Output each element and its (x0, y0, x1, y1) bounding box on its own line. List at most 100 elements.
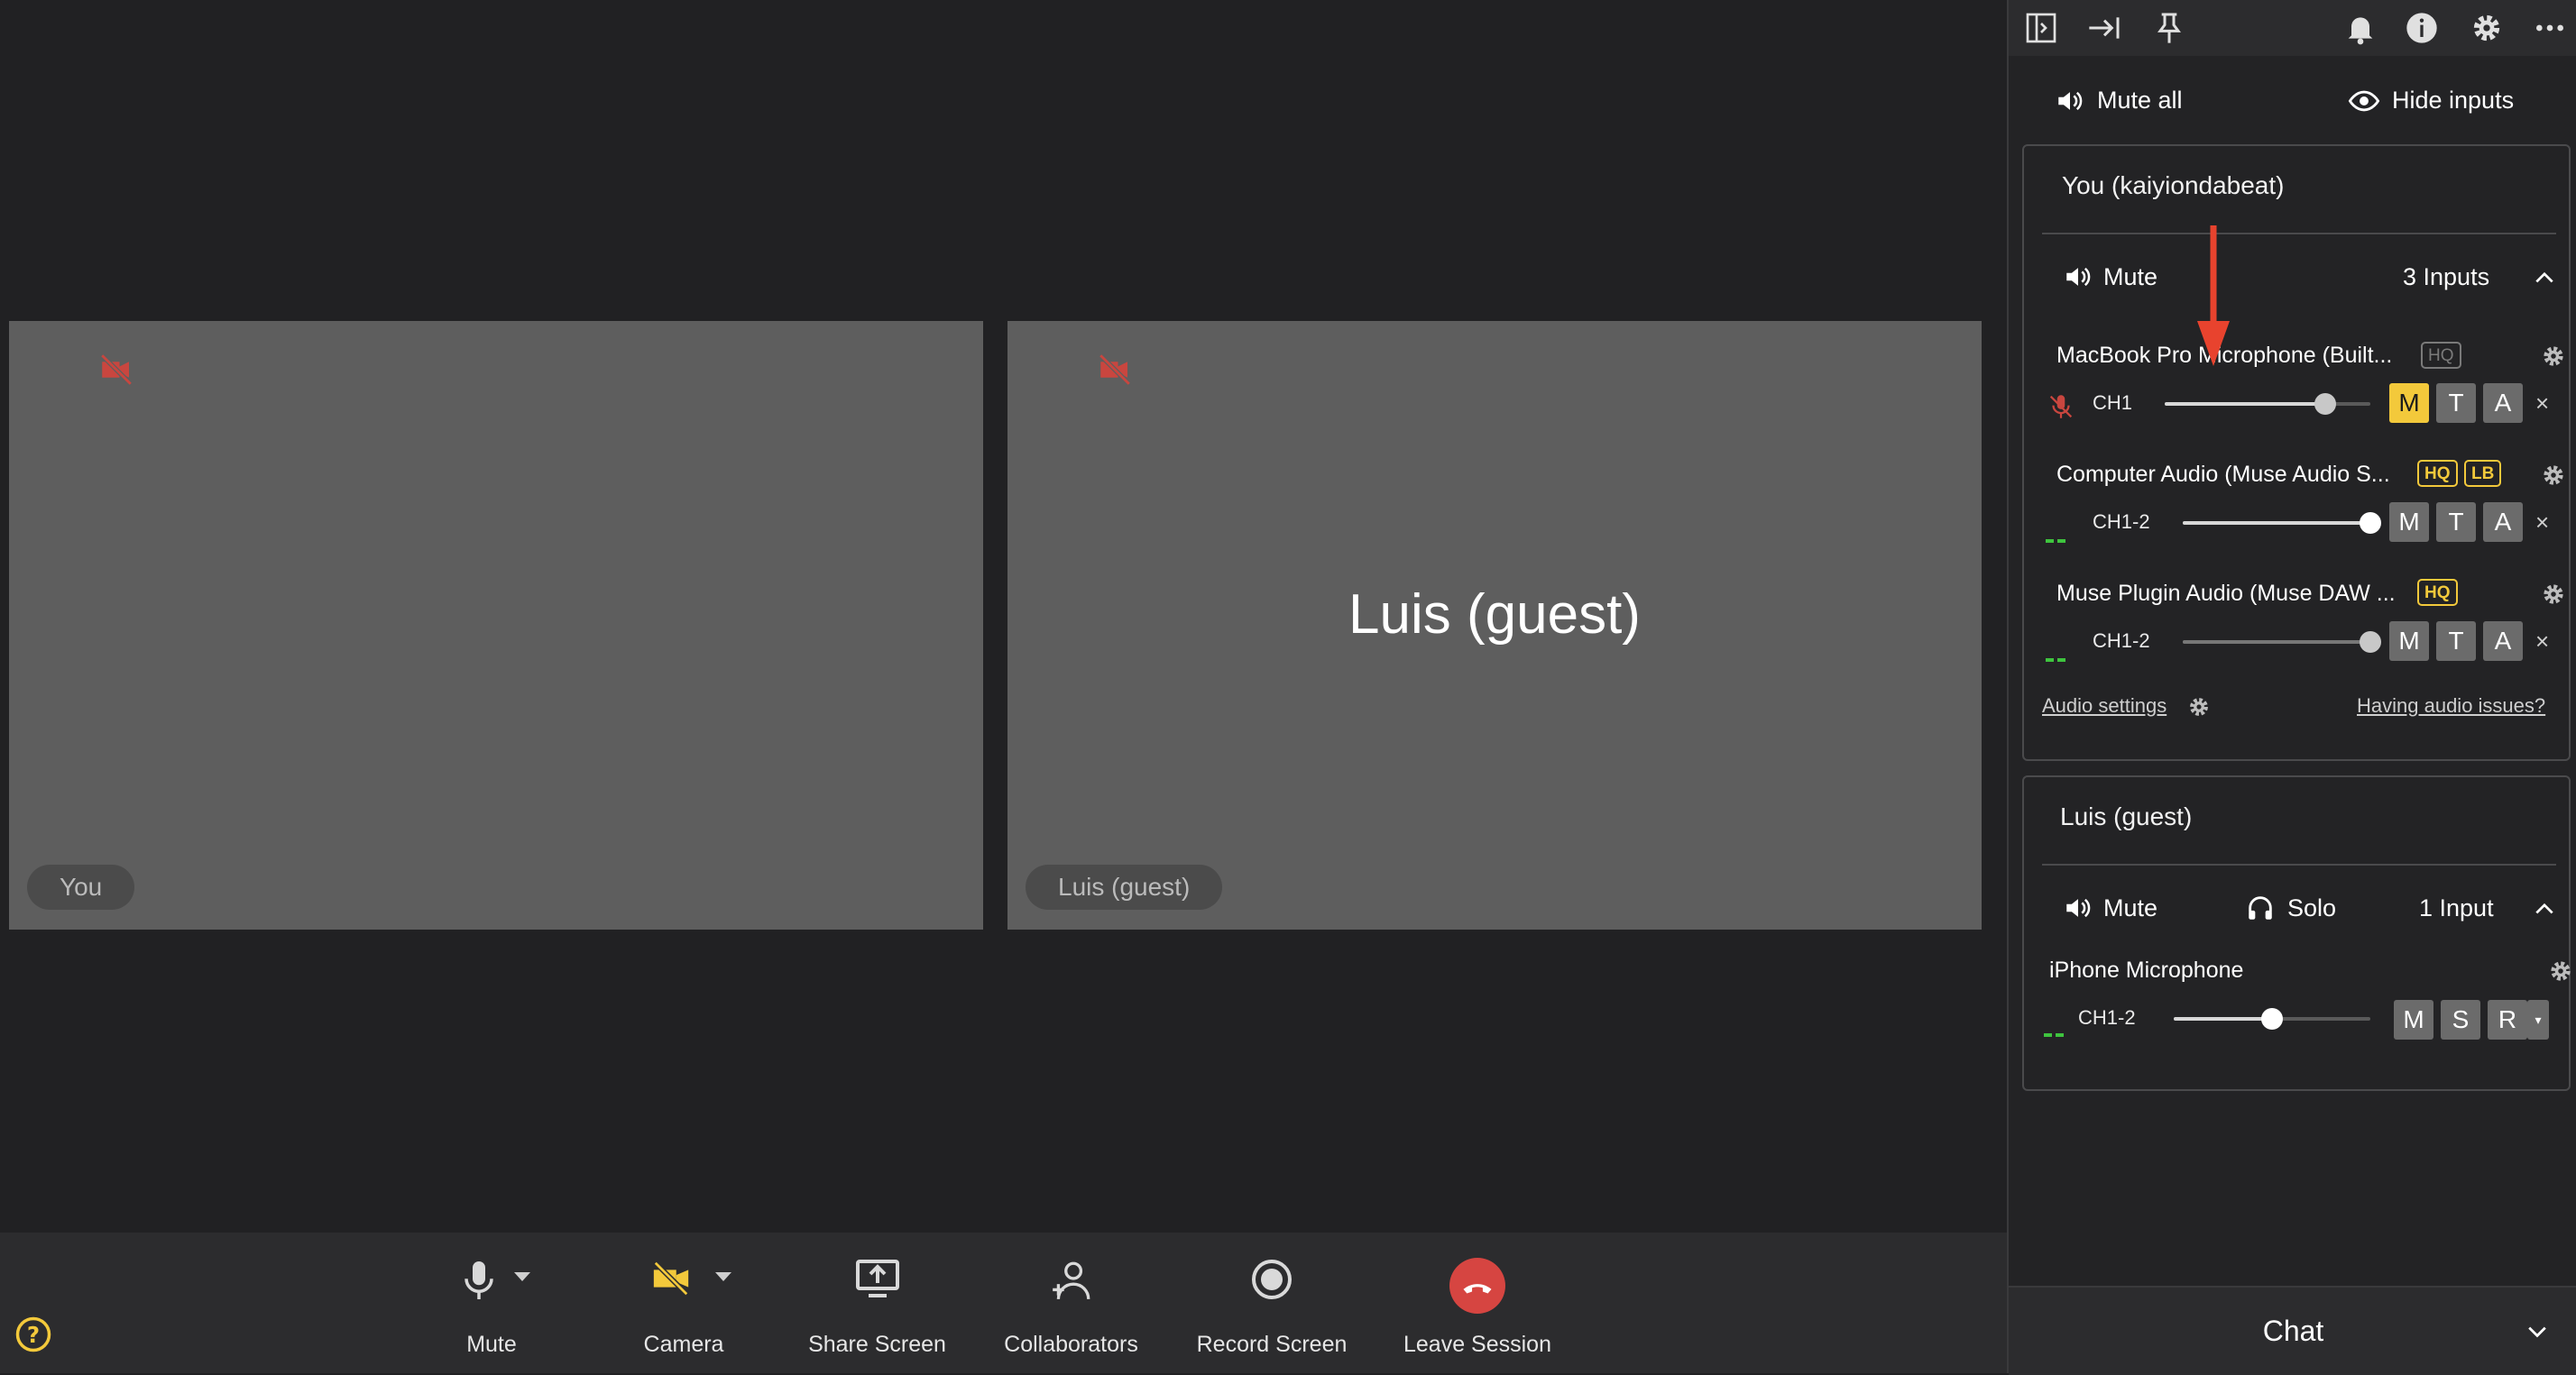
pin-icon[interactable] (2151, 10, 2187, 46)
gear-icon (2190, 698, 2208, 716)
more-options-icon[interactable] (2532, 10, 2568, 46)
level-meter (2044, 1033, 2064, 1037)
inputs-count: 1 Input (2419, 894, 2494, 921)
gear-icon[interactable] (2547, 958, 2574, 985)
chevron-down-icon[interactable] (715, 1272, 731, 1281)
participants-panel: Mute all Hide inputs You (kaiyiondabeat)… (2007, 0, 2576, 1375)
camera-button[interactable]: Camera (634, 1233, 733, 1373)
participant-tag-luis: Luis (guest) (1026, 865, 1223, 910)
transmit-button[interactable]: T (2436, 502, 2476, 542)
speaker-icon (2066, 267, 2091, 287)
monitor-button[interactable]: M (2389, 383, 2429, 423)
camera-label: Camera (643, 1332, 724, 1357)
volume-slider[interactable] (2183, 512, 2381, 534)
participant-title: You (kaiyiondabeat) (2062, 171, 2285, 199)
chat-bar[interactable]: Chat (2009, 1286, 2576, 1375)
camera-off-icon (1096, 351, 1134, 389)
svg-text:?: ? (27, 1322, 40, 1348)
channel-label: CH1-2 (2093, 629, 2150, 652)
monitor-button[interactable]: M (2389, 621, 2429, 661)
remove-input-button[interactable]: × (2535, 390, 2549, 417)
divider (2042, 864, 2556, 866)
video-tile-you[interactable]: You (9, 321, 983, 930)
chevron-down-icon[interactable] (514, 1272, 530, 1281)
chevron-up-icon[interactable] (2533, 898, 2556, 918)
chevron-up-icon[interactable] (2533, 267, 2556, 287)
level-meter (2046, 539, 2065, 543)
remove-input-button[interactable]: × (2535, 509, 2549, 536)
inputs-count: 3 Inputs (2403, 263, 2490, 290)
eye-icon (2348, 90, 2380, 112)
speaker-icon (2058, 91, 2083, 111)
headphones-icon (2249, 896, 2272, 920)
video-tile-luis[interactable]: Luis (guest) Luis (guest) (1007, 321, 1982, 930)
info-icon[interactable] (2404, 10, 2440, 46)
gear-icon[interactable] (2540, 581, 2567, 608)
input-device-name: Computer Audio (Muse Audio S... (2056, 462, 2390, 487)
hang-up-icon (1449, 1258, 1505, 1314)
input-device-name: Muse Plugin Audio (Muse DAW ... (2056, 581, 2396, 606)
bottom-toolbar: ? Mute Camera Share Screen Collaborators… (0, 1233, 2007, 1373)
participant-tag-you: You (27, 865, 135, 910)
record-screen-label: Record Screen (1196, 1332, 1348, 1357)
level-meter (2046, 658, 2065, 662)
volume-slider[interactable] (2174, 1008, 2370, 1030)
hq-badge[interactable]: HQ (2421, 342, 2461, 369)
audio-button[interactable]: A (2483, 383, 2523, 423)
gear-icon[interactable] (2540, 343, 2567, 370)
channel-label: CH1-2 (2093, 510, 2150, 533)
mic-muted-icon (2049, 395, 2073, 418)
participant-card-guest: Luis (guest) Mute Solo 1 Input iPhone Mi… (2022, 775, 2571, 1091)
volume-slider[interactable] (2165, 393, 2370, 415)
hq-badge[interactable]: HQ (2417, 460, 2458, 487)
help-icon[interactable]: ? (14, 1315, 52, 1353)
bell-icon[interactable] (2342, 10, 2378, 46)
mute-all-label: Mute all (2097, 87, 2183, 114)
monitor-button[interactable]: M (2389, 502, 2429, 542)
gear-icon[interactable] (2469, 10, 2505, 46)
camera-off-icon (650, 1258, 692, 1299)
share-screen-button[interactable]: Share Screen (803, 1233, 952, 1373)
chevron-down-icon[interactable] (2525, 1322, 2550, 1342)
speaker-icon (2066, 898, 2091, 918)
record-input-button[interactable]: R (2488, 1000, 2527, 1040)
chevron-down-icon[interactable]: ▾ (2527, 1000, 2549, 1040)
divider (2042, 233, 2556, 234)
audio-issues-link[interactable]: Having audio issues? (2357, 694, 2545, 718)
sidebar-toggle-icon[interactable] (2023, 10, 2059, 46)
annotation-arrow-icon (2197, 225, 2230, 366)
mute-label: Mute (466, 1332, 517, 1357)
lb-badge[interactable]: LB (2464, 460, 2502, 487)
channel-label: CH1-2 (2078, 1006, 2136, 1029)
participant-card-you: You (kaiyiondabeat) Mute 3 Inputs MacBoo… (2022, 144, 2571, 761)
audio-button[interactable]: A (2483, 502, 2523, 542)
transmit-button[interactable]: T (2436, 383, 2476, 423)
hq-badge[interactable]: HQ (2417, 579, 2458, 606)
chat-label: Chat (2262, 1315, 2324, 1347)
solo-label: Solo (2287, 894, 2337, 921)
hide-inputs-label: Hide inputs (2392, 87, 2515, 114)
record-icon (1250, 1258, 1293, 1301)
share-screen-icon (854, 1258, 901, 1301)
collaborators-label: Collaborators (1004, 1332, 1138, 1357)
mute-input-button[interactable]: M (2394, 1000, 2433, 1040)
record-screen-button[interactable]: Record Screen (1191, 1233, 1353, 1373)
mute-label: Mute (2103, 263, 2158, 290)
leave-session-label: Leave Session (1403, 1332, 1551, 1357)
leave-session-button[interactable]: Leave Session (1396, 1233, 1559, 1373)
collapse-panel-icon[interactable] (2086, 10, 2122, 46)
participant-name: Luis (guest) (1348, 583, 1641, 646)
panel-header (2009, 0, 2576, 56)
participant-title: Luis (guest) (2060, 802, 2193, 830)
collaborators-button[interactable]: Collaborators (992, 1233, 1150, 1373)
audio-button[interactable]: A (2483, 621, 2523, 661)
transmit-button[interactable]: T (2436, 621, 2476, 661)
remove-input-button[interactable]: × (2535, 628, 2549, 655)
solo-input-button[interactable]: S (2441, 1000, 2480, 1040)
channel-label: CH1 (2093, 391, 2133, 414)
mute-button[interactable]: Mute (442, 1233, 541, 1373)
audio-settings-label: Audio settings (2042, 694, 2167, 717)
gear-icon[interactable] (2540, 462, 2567, 489)
volume-slider[interactable] (2183, 631, 2381, 653)
input-device-name: iPhone Microphone (2049, 958, 2244, 983)
